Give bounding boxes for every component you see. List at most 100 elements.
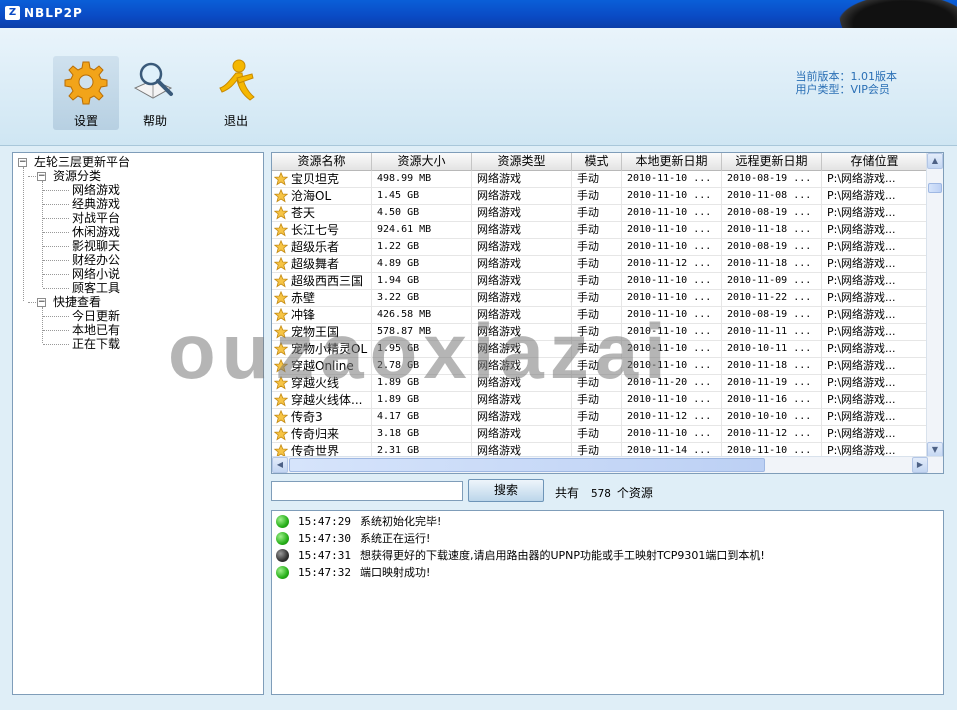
table-cell: P:\网络游戏... [822, 358, 928, 375]
table-row[interactable]: 传奇归来 3.18 GB 网络游戏 手动 2010-11-10 ... 2010-11-1… [272, 426, 928, 443]
user-type-text: 用户类型：VIP会员 [795, 83, 890, 96]
table-row[interactable]: 穿越火线 1.89 GB 网络游戏 手动 2010-11-20 ... 2010-11-1… [272, 375, 928, 392]
table-cell: 1.94 GB [372, 273, 472, 290]
table-cell: 2010-11-12 ... [622, 409, 722, 426]
tree-root[interactable]: − 左轮三层更新平台 [13, 155, 263, 169]
resource-name: 冲锋 [291, 308, 316, 322]
table-cell: 498.99 MB [372, 171, 472, 188]
table-row[interactable]: 超级舞者 4.89 GB 网络游戏 手动 2010-11-12 ... 2010-11-1… [272, 256, 928, 273]
table-cell: 2.78 GB [372, 358, 472, 375]
table-row[interactable]: 传奇3 4.17 GB 网络游戏 手动 2010-11-12 ... 2010-10-10… [272, 409, 928, 426]
table-row[interactable]: 穿越火线体... 1.89 GB 网络游戏 手动 2010-11-10 ... 2010-… [272, 392, 928, 409]
table-row[interactable]: 超级乐者 1.22 GB 网络游戏 手动 2010-11-10 ... 2010-08-1… [272, 239, 928, 256]
table-cell: 924.61 MB [372, 222, 472, 239]
gear-icon [64, 61, 108, 105]
log-message: 端口映射成功! [360, 566, 431, 579]
exit-label: 退出 [223, 114, 248, 128]
table-cell: 手动 [572, 358, 622, 375]
resource-name: 超级西西三国 [291, 274, 364, 288]
column-header[interactable]: 资源大小 [372, 153, 472, 171]
exit-runner-icon [219, 59, 255, 101]
table-cell: 2010-11-20 ... [622, 375, 722, 392]
collapse-toggle-icon[interactable]: − [37, 172, 46, 181]
table-cell: 2010-11-10 ... [622, 307, 722, 324]
column-header[interactable]: 本地更新日期 [622, 153, 722, 171]
title-bar[interactable]: Z NBLP2P [0, 0, 957, 52]
search-input[interactable] [271, 481, 463, 501]
resource-name: 穿越火线体... [291, 393, 363, 407]
table-cell: 宠物小精灵OL [272, 341, 372, 358]
table-cell: 网络游戏 [472, 409, 572, 426]
resource-name: 沧海OL [291, 189, 332, 203]
table-cell: 手动 [572, 392, 622, 409]
table-cell: P:\网络游戏... [822, 222, 928, 239]
tree-item-label: 顾客工具 [72, 281, 121, 295]
table-cell: 手动 [572, 409, 622, 426]
tree-item[interactable]: 本地已有 [13, 323, 263, 337]
resource-table[interactable]: 资源名称 资源大小 资源类型 模式 本地更新日期 远程更新日期 存储位置 宝贝坦… [271, 152, 944, 474]
table-header: 资源名称 资源大小 资源类型 模式 本地更新日期 远程更新日期 存储位置 [272, 153, 928, 171]
table-cell: 578.87 MB [372, 324, 472, 341]
table-cell: P:\网络游戏... [822, 256, 928, 273]
table-cell: 2010-08-19 ... [722, 239, 822, 256]
scroll-left-icon[interactable]: ◀ [272, 457, 288, 473]
table-cell: 1.89 GB [372, 392, 472, 409]
category-tree[interactable]: − 左轮三层更新平台 − 资源分类 网络游戏 经典游戏 对战平台 休闲游戏 影视… [12, 152, 264, 695]
column-header[interactable]: 模式 [572, 153, 622, 171]
collapse-toggle-icon[interactable]: − [18, 158, 27, 167]
star-icon [274, 427, 288, 441]
log-entry: 15:47:29 系统初始化完毕! [272, 513, 943, 530]
table-cell: 网络游戏 [472, 222, 572, 239]
table-row[interactable]: 宠物王国 578.87 MB 网络游戏 手动 2010-11-10 ... 2010-11… [272, 324, 928, 341]
horizontal-scroll-thumb[interactable] [289, 458, 765, 472]
tree-item[interactable]: 正在下载 [13, 337, 263, 351]
help-button[interactable]: 帮助 [122, 56, 188, 130]
table-row[interactable]: 宠物小精灵OL 1.95 GB 网络游戏 手动 2010-11-10 ... 2010-1… [272, 341, 928, 358]
vertical-scroll-thumb[interactable] [928, 183, 942, 193]
table-cell: 2010-11-12 ... [722, 426, 822, 443]
tree-item[interactable]: 网络小说 [13, 267, 263, 281]
tree-item[interactable]: 对战平台 [13, 211, 263, 225]
search-button[interactable]: 搜索 [468, 479, 544, 502]
scroll-right-icon[interactable]: ▶ [912, 457, 928, 473]
log-panel: 15:47:29 系统初始化完毕! 15:47:30 系统正在运行! 15:47:31 想… [271, 510, 944, 695]
table-row[interactable]: 长江七号 924.61 MB 网络游戏 手动 2010-11-10 ... 2010-11… [272, 222, 928, 239]
tree-item[interactable]: 顾客工具 [13, 281, 263, 295]
table-row[interactable]: 宝贝坦克 498.99 MB 网络游戏 手动 2010-11-10 ... 2010-08… [272, 171, 928, 188]
column-header[interactable]: 远程更新日期 [722, 153, 822, 171]
column-header[interactable]: 资源名称 [272, 153, 372, 171]
table-row[interactable]: 赤壁 3.22 GB 网络游戏 手动 2010-11-10 ... 2010-11-22 … [272, 290, 928, 307]
tree-item[interactable]: 网络游戏 [13, 183, 263, 197]
table-row[interactable]: 超级西西三国 1.94 GB 网络游戏 手动 2010-11-10 ... 2010-11… [272, 273, 928, 290]
table-row[interactable]: 沧海OL 1.45 GB 网络游戏 手动 2010-11-10 ... 2010-11-0… [272, 188, 928, 205]
tree-group-resource-category[interactable]: − 资源分类 [13, 169, 263, 183]
exit-button[interactable]: 退出 [203, 56, 269, 130]
table-cell: 网络游戏 [472, 273, 572, 290]
table-cell: P:\网络游戏... [822, 188, 928, 205]
tree-item[interactable]: 休闲游戏 [13, 225, 263, 239]
collapse-toggle-icon[interactable]: − [37, 298, 46, 307]
tree-item[interactable]: 今日更新 [13, 309, 263, 323]
table-cell: 2010-08-19 ... [722, 307, 822, 324]
table-cell: 手动 [572, 324, 622, 341]
table-cell: 网络游戏 [472, 324, 572, 341]
tree-item[interactable]: 经典游戏 [13, 197, 263, 211]
vertical-scrollbar[interactable]: ▲ ▼ [926, 153, 943, 458]
resource-name: 长江七号 [291, 223, 340, 237]
tree-group-quick-view[interactable]: − 快捷查看 [13, 295, 263, 309]
tree-item[interactable]: 影视聊天 [13, 239, 263, 253]
table-row[interactable]: 苍天 4.50 GB 网络游戏 手动 2010-11-10 ... 2010-08-19 … [272, 205, 928, 222]
table-cell: P:\网络游戏... [822, 409, 928, 426]
table-row[interactable]: 冲锋 426.58 MB 网络游戏 手动 2010-11-10 ... 2010-08-1… [272, 307, 928, 324]
table-cell: 1.89 GB [372, 375, 472, 392]
table-cell: 网络游戏 [472, 375, 572, 392]
horizontal-scrollbar[interactable]: ◀ ▶ [272, 456, 943, 473]
column-header[interactable]: 存储位置 [822, 153, 928, 171]
settings-button[interactable]: 设置 [53, 56, 119, 130]
scroll-up-icon[interactable]: ▲ [927, 153, 943, 169]
resource-name: 宠物小精灵OL [291, 342, 368, 356]
table-row[interactable]: 穿越Online 2.78 GB 网络游戏 手动 2010-11-10 ... 2010-… [272, 358, 928, 375]
tree-item[interactable]: 财经办公 [13, 253, 263, 267]
version-text: 当前版本：1.01版本 [795, 70, 898, 83]
column-header[interactable]: 资源类型 [472, 153, 572, 171]
